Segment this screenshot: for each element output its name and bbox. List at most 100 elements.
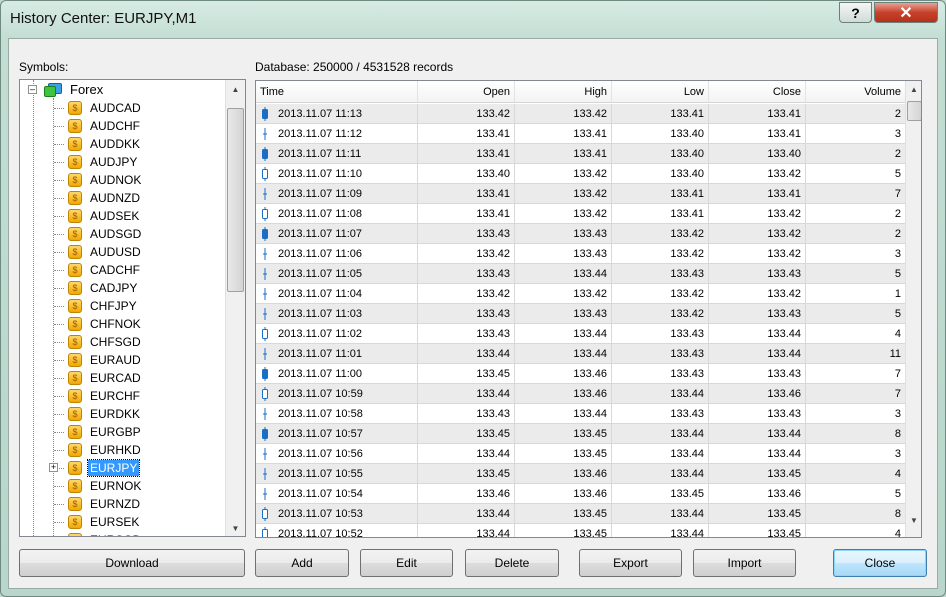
scroll-up-icon[interactable]: ▲ [906, 85, 921, 94]
tree-item-euraud[interactable]: $ EURAUD [68, 351, 143, 369]
cell-time: 2013.11.07 11:00 [256, 364, 418, 383]
tree-item-chfnok[interactable]: $ CHFNOK [68, 315, 143, 333]
tree-item-audcad[interactable]: $ AUDCAD [68, 99, 143, 117]
table-row[interactable]: 2013.11.07 10:52 133.44 133.45 133.44 133.45… [256, 524, 906, 537]
cell-close: 133.42 [709, 284, 806, 303]
column-header-open[interactable]: Open [418, 81, 515, 102]
table-row[interactable]: 2013.11.07 11:02 133.43 133.44 133.43 133.44… [256, 324, 906, 344]
table-row[interactable]: 2013.11.07 11:08 133.41 133.42 133.41 133.42… [256, 204, 906, 224]
column-header-high[interactable]: High [515, 81, 612, 102]
table-row[interactable]: 2013.11.07 11:07 133.43 133.43 133.42 133.42… [256, 224, 906, 244]
column-header-close[interactable]: Close [709, 81, 806, 102]
scroll-down-icon[interactable]: ▼ [226, 524, 245, 533]
currency-icon: $ [68, 209, 82, 223]
tree-item-label: AUDUSD [90, 245, 141, 259]
table-row[interactable]: 2013.11.07 11:03 133.43 133.43 133.42 133.43… [256, 304, 906, 324]
table-row[interactable]: 2013.11.07 11:09 133.41 133.42 133.41 133.41… [256, 184, 906, 204]
tree-item-eurnzd[interactable]: $ EURNZD [68, 495, 142, 513]
time-value: 2013.11.07 10:54 [278, 487, 363, 500]
table-row[interactable]: 2013.11.07 11:12 133.41 133.41 133.40 133.41… [256, 124, 906, 144]
cell-open: 133.41 [418, 184, 515, 203]
table-row[interactable]: 2013.11.07 10:57 133.45 133.45 133.44 133.44… [256, 424, 906, 444]
expand-icon[interactable]: + [49, 463, 58, 472]
cell-low: 133.43 [612, 324, 709, 343]
cell-close: 133.44 [709, 324, 806, 343]
scroll-up-icon[interactable]: ▲ [226, 85, 245, 94]
table-row[interactable]: 2013.11.07 11:01 133.44 133.44 133.43 133.44… [256, 344, 906, 364]
tree-item-label: AUDNOK [90, 173, 142, 187]
tree-item-chfsgd[interactable]: $ CHFSGD [68, 333, 143, 351]
table-row[interactable]: 2013.11.07 10:53 133.44 133.45 133.44 133.45… [256, 504, 906, 524]
table-row[interactable]: 2013.11.07 11:10 133.40 133.42 133.40 133.42… [256, 164, 906, 184]
tree-item-audsek[interactable]: $ AUDSEK [68, 207, 141, 225]
scroll-thumb[interactable] [907, 101, 921, 121]
table-row[interactable]: 2013.11.07 10:59 133.44 133.46 133.44 133.46… [256, 384, 906, 404]
table-row[interactable]: 2013.11.07 11:06 133.42 133.43 133.42 133.42… [256, 244, 906, 264]
table-row[interactable]: 2013.11.07 11:00 133.45 133.46 133.43 133.43… [256, 364, 906, 384]
table-scrollbar[interactable]: ▲ ▼ [905, 81, 921, 537]
tree-item-chfjpy[interactable]: $ CHFJPY [68, 297, 139, 315]
tree-item-eurchf[interactable]: $ EURCHF [68, 387, 142, 405]
time-value: 2013.11.07 11:06 [278, 247, 363, 260]
table-row[interactable]: 2013.11.07 11:13 133.42 133.42 133.41 133.41… [256, 104, 906, 124]
table-row[interactable]: 2013.11.07 11:04 133.42 133.42 133.42 133.42… [256, 284, 906, 304]
cell-low: 133.42 [612, 224, 709, 243]
tree-item-eurhkd[interactable]: $ EURHKD [68, 441, 143, 459]
tree-item-eursgd[interactable]: $ EURSGD [68, 531, 143, 536]
tree-item-eurcad[interactable]: $ EURCAD [68, 369, 143, 387]
bull-candle-icon [260, 386, 270, 401]
tree-item-eurjpy[interactable]: $ EURJPY [68, 459, 141, 477]
column-header-volume[interactable]: Volume [806, 81, 906, 102]
bear-candle-icon [260, 146, 270, 161]
cell-time: 2013.11.07 10:55 [256, 464, 418, 483]
cell-open: 133.42 [418, 244, 515, 263]
column-header-low[interactable]: Low [612, 81, 709, 102]
tree-item-eurdkk[interactable]: $ EURDKK [68, 405, 142, 423]
tree-item-audnzd[interactable]: $ AUDNZD [68, 189, 142, 207]
tree-item-audchf[interactable]: $ AUDCHF [68, 117, 142, 135]
tree-item-eurnok[interactable]: $ EURNOK [68, 477, 143, 495]
table-row[interactable]: 2013.11.07 11:05 133.43 133.44 133.43 133.43… [256, 264, 906, 284]
window-close-button[interactable]: ✕ [874, 2, 938, 23]
export-button[interactable]: Export [579, 549, 682, 577]
edit-button[interactable]: Edit [360, 549, 453, 577]
cell-close: 133.46 [709, 484, 806, 503]
scroll-down-icon[interactable]: ▼ [906, 516, 921, 525]
import-button[interactable]: Import [693, 549, 796, 577]
add-button[interactable]: Add [255, 549, 349, 577]
currency-icon: $ [68, 407, 82, 421]
currency-icon: $ [68, 101, 82, 115]
cell-close: 133.44 [709, 444, 806, 463]
close-button[interactable]: Close [833, 549, 927, 577]
tree-item-eurgbp[interactable]: $ EURGBP [68, 423, 143, 441]
table-row[interactable]: 2013.11.07 10:54 133.46 133.46 133.45 133.46… [256, 484, 906, 504]
tree-item-cadchf[interactable]: $ CADCHF [68, 261, 142, 279]
tree-item-auddkk[interactable]: $ AUDDKK [68, 135, 142, 153]
help-button[interactable]: ? [839, 2, 872, 23]
table-row[interactable]: 2013.11.07 11:11 133.41 133.41 133.40 133.40… [256, 144, 906, 164]
tree-item-audusd[interactable]: $ AUDUSD [68, 243, 143, 261]
tree-item-eursek[interactable]: $ EURSEK [68, 513, 141, 531]
cell-close: 133.43 [709, 264, 806, 283]
doji-candle-icon [260, 447, 270, 461]
column-header-time[interactable]: Time [256, 81, 418, 102]
download-button[interactable]: Download [19, 549, 245, 577]
tree-item-audnok[interactable]: $ AUDNOK [68, 171, 143, 189]
time-value: 2013.11.07 10:53 [278, 507, 363, 520]
collapse-icon[interactable]: – [28, 85, 37, 94]
currency-icon: $ [68, 371, 82, 385]
delete-button[interactable]: Delete [465, 549, 559, 577]
tree-item-audsgd[interactable]: $ AUDSGD [68, 225, 143, 243]
scroll-thumb[interactable] [227, 108, 244, 292]
cell-close: 133.44 [709, 344, 806, 363]
tree-item-cadjpy[interactable]: $ CADJPY [68, 279, 139, 297]
tree-item-forex[interactable]: Forex [44, 81, 105, 99]
table-row[interactable]: 2013.11.07 10:58 133.43 133.44 133.43 133.43… [256, 404, 906, 424]
currency-icon: $ [68, 173, 82, 187]
tree-item-audjpy[interactable]: $ AUDJPY [68, 153, 139, 171]
cell-open: 133.43 [418, 404, 515, 423]
tree-scrollbar[interactable]: ▲ ▼ [225, 80, 245, 536]
currency-icon: $ [68, 425, 82, 439]
table-row[interactable]: 2013.11.07 10:56 133.44 133.45 133.44 133.44… [256, 444, 906, 464]
table-row[interactable]: 2013.11.07 10:55 133.45 133.46 133.44 133.45… [256, 464, 906, 484]
